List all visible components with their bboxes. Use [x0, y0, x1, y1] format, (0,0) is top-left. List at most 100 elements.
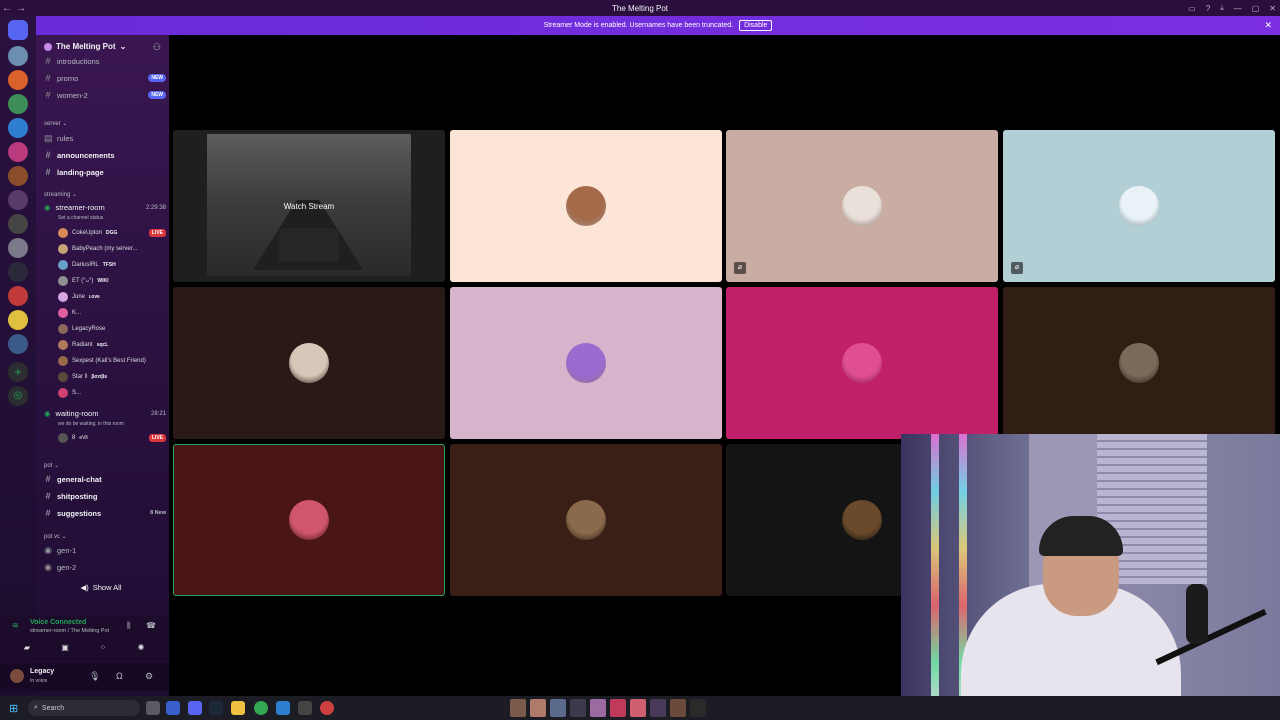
participant-tile[interactable]: ⌀ — [1003, 130, 1275, 282]
task-view-icon[interactable] — [146, 701, 160, 715]
server-icon[interactable] — [8, 118, 28, 138]
server-icon[interactable] — [8, 190, 28, 210]
participant-tile[interactable] — [450, 130, 722, 282]
window-thumbnail[interactable] — [570, 699, 586, 717]
category-streaming[interactable]: streaming ⌄ — [44, 191, 77, 198]
download-icon[interactable]: ⤓ — [1220, 3, 1224, 13]
minimize-icon[interactable]: — — [1234, 4, 1242, 13]
participant-tile[interactable]: ⌀ — [726, 130, 998, 282]
window-thumbnail[interactable] — [650, 699, 666, 717]
voice-user[interactable]: K... — [58, 306, 166, 320]
video-icon[interactable]: ▰ — [12, 643, 42, 656]
voice-channel-gen-1[interactable]: ◉ gen-1 — [44, 543, 166, 557]
app-icon[interactable] — [320, 701, 334, 715]
activities-icon[interactable]: ⁘ — [88, 643, 118, 656]
server-icon[interactable] — [8, 310, 28, 330]
server-icon[interactable] — [8, 46, 28, 66]
avatar[interactable] — [10, 669, 24, 683]
channel-introductions[interactable]: # introductions — [44, 54, 166, 68]
category-server[interactable]: server ⌄ — [44, 120, 67, 127]
voice-user[interactable]: ET (°ᴗ°) WIKI — [58, 274, 166, 288]
chrome-icon[interactable] — [254, 701, 268, 715]
disable-streamer-mode-button[interactable]: Disable — [739, 20, 773, 31]
window-thumbnail[interactable] — [550, 699, 566, 717]
voice-user[interactable]: BabyPeach (my server... — [58, 242, 166, 256]
voice-channel-streamer-room[interactable]: ◉ streamer-room 2:29:38 — [44, 203, 166, 212]
channel-announcements[interactable]: # announcements — [44, 148, 166, 162]
voice-connected-title[interactable]: Voice Connected — [30, 619, 86, 626]
steam-icon[interactable] — [209, 701, 223, 715]
user-name[interactable]: Legacy — [30, 668, 54, 675]
voice-user[interactable]: DariusIRL TFSH — [58, 258, 166, 272]
forward-arrow-icon[interactable]: → — [14, 3, 28, 14]
voice-user[interactable]: Radiant sqcL — [58, 338, 166, 352]
participant-tile[interactable] — [173, 444, 445, 596]
server-icon[interactable] — [8, 142, 28, 162]
voice-user[interactable]: 8 eVil LIVE — [58, 431, 166, 445]
window-thumbnail[interactable] — [630, 699, 646, 717]
windows-start-icon[interactable]: ⊞ — [9, 702, 18, 715]
participant-tile[interactable] — [450, 287, 722, 439]
voice-user[interactable]: S... — [58, 386, 166, 400]
server-icon[interactable] — [8, 334, 28, 354]
add-member-icon[interactable]: ⚇ — [153, 42, 161, 53]
microphone-icon[interactable]: 🎙 — [89, 671, 100, 682]
window-thumbnail[interactable] — [670, 699, 686, 717]
headphones-icon[interactable]: Ω — [116, 671, 123, 681]
discord-icon[interactable] — [188, 701, 202, 715]
screen-share-icon[interactable]: ▣ — [50, 643, 80, 656]
voice-user[interactable]: Star ll βσσβs — [58, 370, 166, 384]
show-all-button[interactable]: ◀) Show All — [44, 580, 158, 594]
help-icon[interactable]: ? — [1206, 4, 1210, 13]
channel-landing-page[interactable]: # landing-page — [44, 165, 166, 179]
voice-user[interactable]: June ʟᴏᴠᴇ — [58, 290, 166, 304]
channel-suggestions[interactable]: # suggestions 8 New — [44, 506, 166, 520]
channel-shitposting[interactable]: # shitposting — [44, 489, 166, 503]
discord-home-icon[interactable] — [8, 20, 28, 40]
notepad-icon[interactable] — [276, 701, 290, 715]
participant-tile[interactable] — [173, 287, 445, 439]
maximize-icon[interactable]: ▢ — [1252, 4, 1260, 13]
voice-user[interactable]: LegacyRose — [58, 322, 166, 336]
add-server-icon[interactable]: + — [8, 362, 28, 382]
channel-rules[interactable]: ▤ rules — [44, 131, 166, 145]
voice-channel-gen-2[interactable]: ◉ gen-2 — [44, 560, 166, 574]
participant-tile[interactable] — [450, 444, 722, 596]
channel-women-2[interactable]: # women-2 NEW — [44, 88, 166, 102]
back-arrow-icon[interactable]: ← — [0, 3, 14, 14]
explore-icon[interactable]: ◎ — [8, 386, 28, 406]
category-pot-vc[interactable]: pot vc ⌄ — [44, 533, 67, 540]
server-icon[interactable] — [8, 94, 28, 114]
server-icon[interactable] — [8, 70, 28, 90]
window-thumbnail[interactable] — [510, 699, 526, 717]
taskbar-search[interactable]: ⌕ Search — [28, 700, 140, 716]
close-icon[interactable]: ✕ — [1264, 20, 1272, 31]
server-icon[interactable] — [8, 238, 28, 258]
noise-suppression-icon[interactable]: ⫼ — [127, 621, 131, 631]
server-icon[interactable] — [8, 262, 28, 282]
voice-connected-channel[interactable]: streamer-room / The Melting Pot — [30, 628, 109, 634]
window-thumbnail[interactable] — [590, 699, 606, 717]
obs-icon[interactable] — [298, 701, 312, 715]
server-name-header[interactable]: The Melting Pot ⌄ — [44, 42, 126, 51]
channel-promo[interactable]: # promo NEW — [44, 71, 166, 85]
inbox-icon[interactable]: ▭ — [1188, 4, 1196, 13]
stream-tile[interactable]: Watch Stream — [173, 130, 445, 282]
watch-stream-button[interactable]: Watch Stream — [284, 202, 334, 211]
participant-tile[interactable] — [726, 287, 998, 439]
category-pot[interactable]: pot ⌄ — [44, 462, 59, 469]
soundboard-icon[interactable]: ✺ — [126, 643, 156, 656]
file-explorer-icon[interactable] — [231, 701, 245, 715]
close-window-icon[interactable]: ✕ — [1269, 4, 1276, 13]
window-thumbnail[interactable] — [530, 699, 546, 717]
window-thumbnail[interactable] — [610, 699, 626, 717]
server-icon[interactable] — [8, 214, 28, 234]
settings-gear-icon[interactable]: ⚙ — [145, 671, 153, 682]
participant-tile[interactable] — [1003, 287, 1275, 439]
app-icon[interactable] — [166, 701, 180, 715]
server-icon[interactable] — [8, 286, 28, 306]
voice-user[interactable]: Sexpest (Kali's Best Friend) — [58, 354, 166, 368]
server-icon[interactable] — [8, 166, 28, 186]
disconnect-icon[interactable]: ☎ — [146, 621, 156, 630]
window-thumbnail[interactable] — [690, 699, 706, 717]
